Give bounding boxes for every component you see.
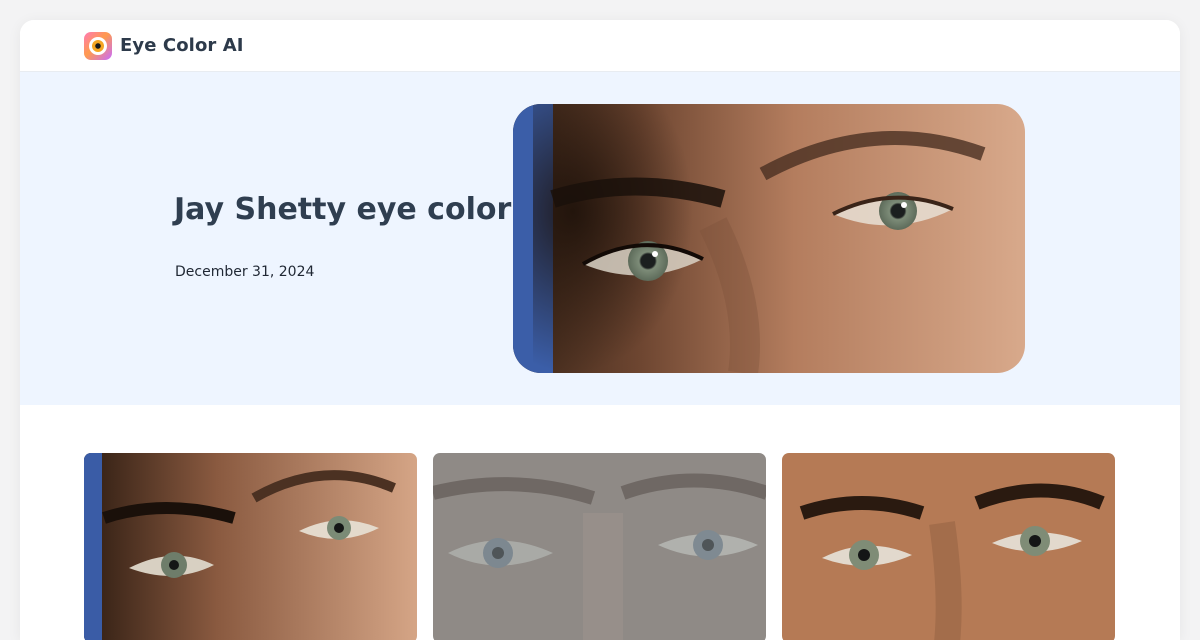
page-title: Jay Shetty eye color: [174, 192, 512, 227]
hero-section: Jay Shetty eye color December 31, 2024: [20, 72, 1180, 405]
brand-name[interactable]: Eye Color AI: [120, 35, 244, 56]
hero-eye-photo-graphic: [513, 104, 1025, 373]
gallery-photo-front-graphic: [782, 453, 1115, 640]
page-container: Eye Color AI Jay Shetty eye color Decemb…: [20, 20, 1180, 640]
gallery-photo-front[interactable]: [782, 453, 1115, 640]
gallery-photo-warm-graphic: [84, 453, 417, 640]
gallery-photo-gray[interactable]: [433, 453, 766, 640]
publish-date: December 31, 2024: [175, 264, 315, 280]
gallery-photo-warm[interactable]: [84, 453, 417, 640]
top-navbar: Eye Color AI: [20, 20, 1180, 72]
gallery-row: [84, 453, 1116, 640]
eye-logo-icon[interactable]: [84, 31, 112, 60]
gallery-photo-gray-graphic: [433, 453, 766, 640]
hero-eye-photo: [513, 104, 1025, 373]
